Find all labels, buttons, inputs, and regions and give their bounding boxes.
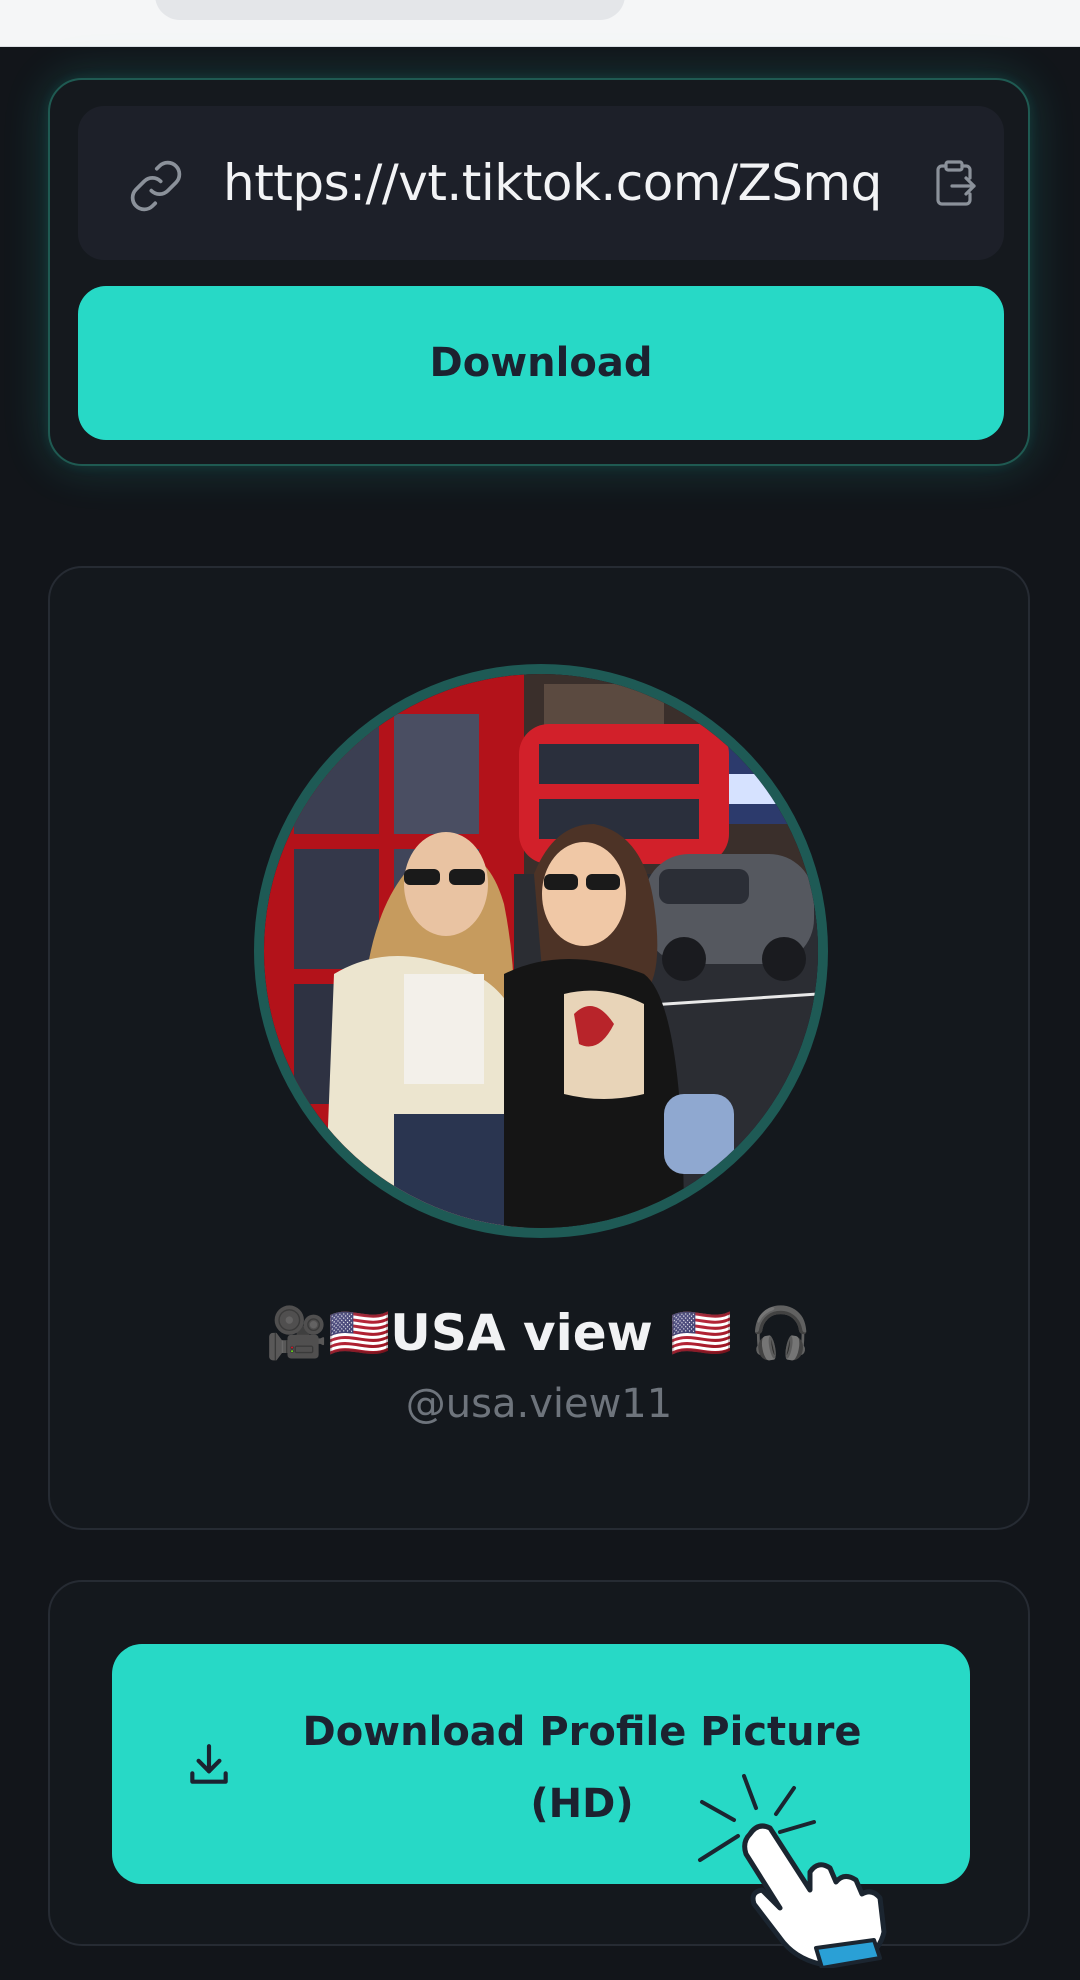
profile-photo <box>264 674 818 1228</box>
avatar <box>264 674 818 1228</box>
pointer-hand-icon <box>698 1774 887 1968</box>
avatar-ring <box>254 664 828 1238</box>
url-field[interactable]: https://vt.tiktok.com/ZSmq <box>78 106 1004 260</box>
paste-clipboard-icon[interactable] <box>930 158 978 210</box>
url-input[interactable]: https://vt.tiktok.com/ZSmq <box>223 148 933 218</box>
profile-card: 🎥🇺🇸USA view 🇺🇸 🎧 @usa.view11 <box>48 566 1030 1530</box>
profile-name: 🎥🇺🇸USA view 🇺🇸 🎧 <box>265 1304 813 1362</box>
link-icon <box>130 160 182 212</box>
browser-top-bar <box>0 0 1080 47</box>
url-input-card: https://vt.tiktok.com/ZSmq Download <box>48 78 1030 466</box>
download-icon <box>190 1744 228 1784</box>
address-bar-pill[interactable] <box>155 0 625 20</box>
profile-handle: @usa.view11 <box>405 1381 673 1427</box>
download-button[interactable]: Download <box>78 286 1004 440</box>
